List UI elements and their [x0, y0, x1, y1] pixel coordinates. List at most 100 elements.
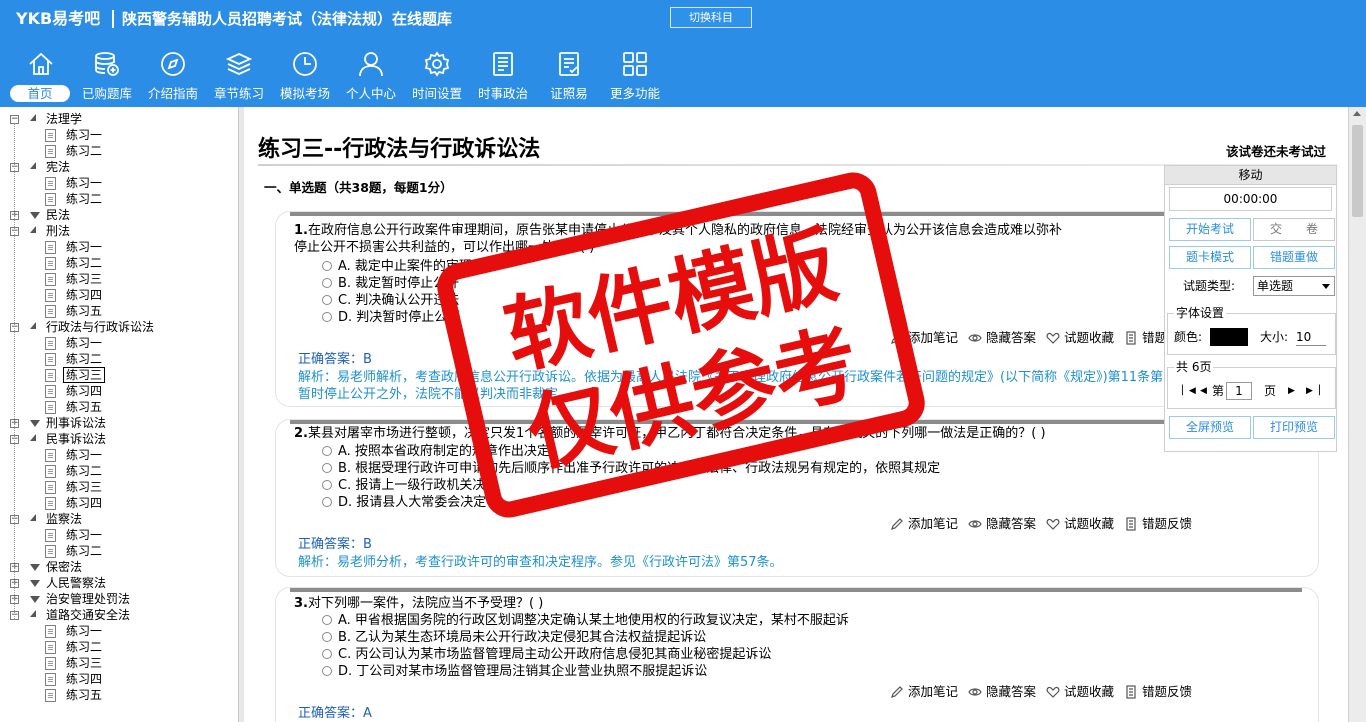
- card-mode-button[interactable]: 题卡模式: [1169, 246, 1251, 269]
- radio-button[interactable]: [322, 615, 332, 625]
- tree-leaf[interactable]: 练习一: [0, 527, 236, 543]
- tree-leaf[interactable]: 练习二: [0, 143, 236, 159]
- tree-leaf[interactable]: 练习二: [0, 351, 236, 367]
- option-b[interactable]: B. 乙认为某生态环境局未公开行政决定侵犯其合法权益提起诉讼: [322, 629, 706, 646]
- option-a[interactable]: A. 甲省根据国务院的行政区划调整决定确认某土地使用权的行政复议决定，某村不服起…: [322, 612, 849, 629]
- tree-category[interactable]: − 刑法: [0, 223, 236, 239]
- tree-leaf[interactable]: 练习五: [0, 399, 236, 415]
- report-error-button[interactable]: 错题反馈: [1124, 683, 1192, 700]
- option-d[interactable]: D. 丁公司对某市场监督管理局注销其企业营业执照不服提起诉讼: [322, 663, 707, 680]
- tree-category[interactable]: − 民事诉讼法: [0, 431, 236, 447]
- tree-leaf[interactable]: 练习四: [0, 383, 236, 399]
- first-page-icon[interactable]: ▏◀: [1182, 385, 1196, 397]
- option-d[interactable]: D. 报请县人大常委会决定: [322, 494, 486, 511]
- add-note-button[interactable]: 添加笔记: [890, 683, 958, 700]
- hide-answer-button[interactable]: 隐藏答案: [968, 329, 1036, 346]
- option-c[interactable]: C. 判决确认公开违法: [322, 292, 459, 309]
- nav-purchased[interactable]: 已购题库: [74, 46, 140, 104]
- tree-category[interactable]: − 行政法与行政诉讼法: [0, 319, 236, 335]
- nav-time-settings[interactable]: 时间设置: [404, 46, 470, 104]
- tree-leaf[interactable]: 练习二: [0, 639, 236, 655]
- tree-leaf[interactable]: 练习四: [0, 287, 236, 303]
- next-page-icon[interactable]: ▶: [1288, 385, 1295, 397]
- radio-button[interactable]: [322, 497, 332, 507]
- nav-more[interactable]: 更多功能: [602, 46, 668, 104]
- tree-leaf[interactable]: 练习二: [0, 255, 236, 271]
- panel-move-handle[interactable]: 移动: [1165, 166, 1336, 185]
- tree-leaf[interactable]: 练习五: [0, 303, 236, 319]
- option-a[interactable]: A. 按照本省政府制定的规章作出决定: [322, 443, 550, 460]
- font-size-input[interactable]: 10: [1296, 328, 1326, 346]
- switch-subject-button[interactable]: 切换科目: [670, 7, 752, 28]
- radio-button[interactable]: [322, 463, 332, 473]
- tree-category[interactable]: − 法理学: [0, 111, 236, 127]
- tree-category[interactable]: + 治安管理处罚法: [0, 591, 236, 607]
- favorite-button[interactable]: 试题收藏: [1046, 329, 1114, 346]
- nav-profile[interactable]: 个人中心: [338, 46, 404, 104]
- radio-button[interactable]: [322, 295, 332, 305]
- report-error-button[interactable]: 错题反馈: [1124, 515, 1192, 532]
- option-d[interactable]: D. 判决暂时停止公开: [322, 309, 460, 326]
- last-page-icon[interactable]: ▶▕: [1306, 385, 1320, 397]
- scroll-up-arrow-icon[interactable]: [1353, 111, 1361, 116]
- radio-button[interactable]: [322, 261, 332, 271]
- print-preview-button[interactable]: 打印预览: [1253, 416, 1335, 439]
- tree-category[interactable]: + 保密法: [0, 559, 236, 575]
- nav-certificate[interactable]: 证照易: [536, 46, 602, 104]
- nav-guide[interactable]: 介绍指南: [140, 46, 206, 104]
- scroll-thumb[interactable]: [1352, 125, 1363, 217]
- tree-leaf[interactable]: 练习四: [0, 671, 236, 687]
- hide-answer-button[interactable]: 隐藏答案: [968, 683, 1036, 700]
- fullscreen-preview-button[interactable]: 全屏预览: [1169, 416, 1251, 439]
- radio-button[interactable]: [322, 480, 332, 490]
- tree-leaf[interactable]: 练习一: [0, 175, 236, 191]
- tree-leaf[interactable]: 练习二: [0, 543, 236, 559]
- submit-button[interactable]: 交 卷: [1253, 218, 1335, 241]
- content-scrollbar[interactable]: [1348, 107, 1366, 722]
- tree-category[interactable]: − 宪法: [0, 159, 236, 175]
- tree-leaf[interactable]: 练习三: [0, 479, 236, 495]
- favorite-button[interactable]: 试题收藏: [1046, 683, 1114, 700]
- option-b[interactable]: B. 裁定暂时停止公开: [322, 275, 459, 292]
- tree-leaf[interactable]: 练习一: [0, 335, 236, 351]
- radio-button[interactable]: [322, 446, 332, 456]
- tree-category[interactable]: + 民法: [0, 207, 236, 223]
- option-c[interactable]: C. 丙公司认为某市场监督管理局主动公开政府信息侵犯其商业秘密提起诉讼: [322, 646, 771, 663]
- radio-button[interactable]: [322, 632, 332, 642]
- tree-leaf[interactable]: 练习三: [0, 655, 236, 671]
- tree-category[interactable]: − 道路交通安全法: [0, 607, 236, 623]
- nav-chapter[interactable]: 章节练习: [206, 46, 272, 104]
- favorite-button[interactable]: 试题收藏: [1046, 515, 1114, 532]
- prev-page-icon[interactable]: ◀: [1200, 385, 1207, 397]
- add-note-button[interactable]: 添加笔记: [890, 515, 958, 532]
- radio-button[interactable]: [322, 312, 332, 322]
- redo-wrong-button[interactable]: 错题重做: [1253, 246, 1335, 269]
- tree-category[interactable]: + 人民警察法: [0, 575, 236, 591]
- page-number-input[interactable]: 1: [1226, 382, 1252, 400]
- radio-button[interactable]: [322, 649, 332, 659]
- tree-leaf[interactable]: 练习五: [0, 687, 236, 703]
- tree-category[interactable]: − 监察法: [0, 511, 236, 527]
- font-color-swatch[interactable]: [1210, 328, 1248, 346]
- tree-leaf[interactable]: 练习二: [0, 191, 236, 207]
- option-b[interactable]: B. 根据受理行政许可申请的先后顺序作出准予行政许可的决定，法律、行政法规另有规…: [322, 460, 940, 477]
- tree-leaf[interactable]: 练习三: [0, 271, 236, 287]
- add-note-button[interactable]: 添加笔记: [890, 329, 958, 346]
- tree-category[interactable]: + 刑事诉讼法: [0, 415, 236, 431]
- radio-button[interactable]: [322, 666, 332, 676]
- tree-leaf[interactable]: 练习一: [0, 447, 236, 463]
- nav-current-affairs[interactable]: 时事政治: [470, 46, 536, 104]
- hide-answer-button[interactable]: 隐藏答案: [968, 515, 1036, 532]
- nav-home[interactable]: 首页: [8, 46, 74, 104]
- option-a[interactable]: A. 裁定中止案件的审理: [322, 258, 472, 275]
- tree-leaf[interactable]: 练习三: [0, 367, 236, 383]
- nav-mock-exam[interactable]: 模拟考场: [272, 46, 338, 104]
- tree-leaf[interactable]: 练习四: [0, 495, 236, 511]
- tree-leaf[interactable]: 练习一: [0, 239, 236, 255]
- tree-leaf[interactable]: 练习一: [0, 127, 236, 143]
- tree-scrollbar[interactable]: [238, 107, 244, 722]
- option-c[interactable]: C. 报请上一级行政机关决定: [322, 477, 498, 494]
- question-type-select[interactable]: 单选题: [1253, 276, 1335, 296]
- tree-leaf[interactable]: 练习二: [0, 463, 236, 479]
- start-exam-button[interactable]: 开始考试: [1169, 218, 1251, 241]
